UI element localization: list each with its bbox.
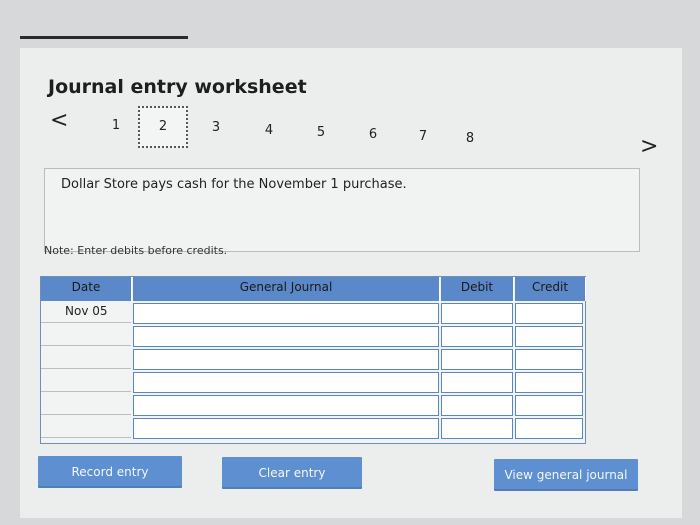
step-4[interactable]: 4	[259, 123, 279, 138]
page-title: Journal entry worksheet	[48, 76, 307, 98]
credit-input[interactable]	[515, 395, 583, 416]
column-header-date: Date	[41, 277, 132, 301]
column-header-debit: Debit	[441, 277, 514, 301]
credit-input[interactable]	[515, 326, 583, 347]
debit-input[interactable]	[441, 326, 513, 347]
debit-input[interactable]	[441, 418, 513, 439]
debit-input[interactable]	[441, 303, 513, 324]
table-row-date	[41, 393, 131, 415]
clear-entry-button[interactable]: Clear entry	[222, 457, 362, 489]
header-underline	[20, 36, 188, 39]
debit-input[interactable]	[441, 372, 513, 393]
debit-credit-note: Note: Enter debits before credits.	[44, 244, 228, 257]
prompt-text: Dollar Store pays cash for the November …	[61, 177, 407, 192]
journal-table: Date General Journal Debit Credit Nov 05	[40, 276, 586, 444]
prev-arrow-icon[interactable]: <	[50, 110, 68, 132]
account-input[interactable]	[133, 326, 439, 347]
step-3[interactable]: 3	[206, 120, 226, 135]
account-input[interactable]	[133, 418, 439, 439]
table-row-date	[41, 347, 131, 369]
account-input[interactable]	[133, 349, 439, 370]
debit-input[interactable]	[441, 349, 513, 370]
account-input[interactable]	[133, 395, 439, 416]
table-row-date	[41, 324, 131, 346]
step-7[interactable]: 7	[413, 129, 433, 144]
credit-input[interactable]	[515, 418, 583, 439]
step-8[interactable]: 8	[460, 131, 480, 146]
transaction-prompt: Dollar Store pays cash for the November …	[44, 168, 640, 252]
table-row-date	[41, 416, 131, 438]
next-arrow-icon[interactable]: >	[640, 136, 658, 158]
account-input[interactable]	[133, 303, 439, 324]
column-header-credit: Credit	[515, 277, 586, 301]
step-2-current[interactable]: 2	[138, 106, 188, 148]
column-header-general-journal: General Journal	[133, 277, 440, 301]
credit-input[interactable]	[515, 372, 583, 393]
step-5[interactable]: 5	[311, 125, 331, 140]
account-input[interactable]	[133, 372, 439, 393]
record-entry-button[interactable]: Record entry	[38, 456, 182, 488]
step-1[interactable]: 1	[106, 118, 126, 133]
credit-input[interactable]	[515, 303, 583, 324]
credit-input[interactable]	[515, 349, 583, 370]
view-general-journal-button[interactable]: View general journal	[494, 459, 638, 491]
debit-input[interactable]	[441, 395, 513, 416]
table-row-date	[41, 370, 131, 392]
table-row-date: Nov 05	[41, 301, 131, 323]
step-6[interactable]: 6	[363, 127, 383, 142]
